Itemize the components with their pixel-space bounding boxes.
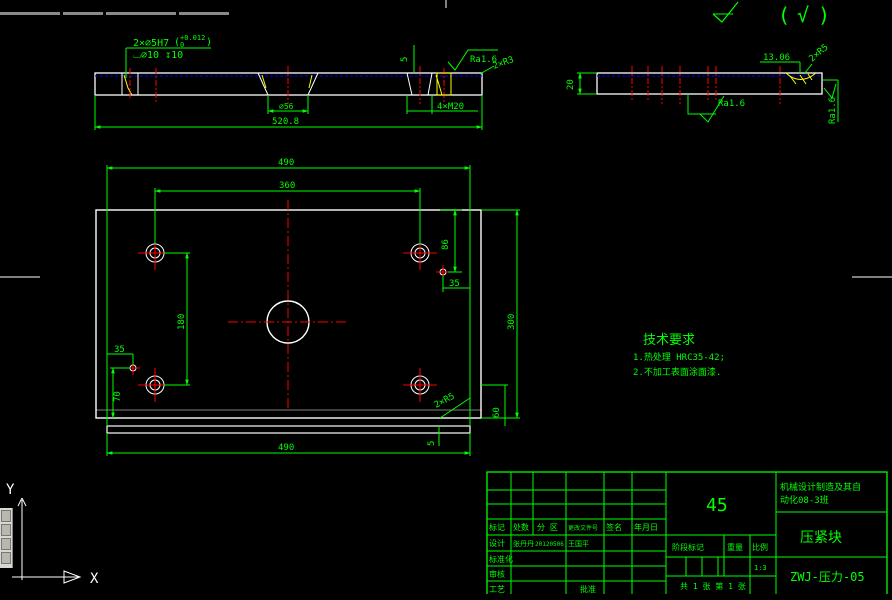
header-mark: 标记	[489, 522, 505, 532]
title-block-text: 45 机械设计制造及其自 动化08-3班 压紧块 ZWJ-压力-05 标记 处数…	[489, 481, 865, 594]
ucs-y-label: Y	[6, 482, 15, 498]
part-name: 压紧块	[800, 530, 842, 546]
material: 45	[706, 495, 728, 516]
row-process: 工艺	[489, 585, 505, 594]
note-2: 2.不加工表面涂面漆.	[633, 366, 721, 378]
drawing-number: ZWJ-压力-05	[790, 570, 865, 584]
dim-86: 86	[441, 239, 451, 250]
dim-width-top: 490	[278, 158, 294, 168]
thread-callout: 4×M20	[437, 102, 464, 112]
plan-view: 490 360 86 35 180 300 35 70 2×R5 60 5 49…	[95, 158, 520, 456]
approve-label: 批准	[580, 584, 596, 594]
dim-300: 300	[507, 314, 517, 330]
header-date: 年月日	[634, 522, 658, 532]
scale-value: 1:3	[754, 564, 767, 572]
toolbar-button[interactable]	[1, 524, 11, 536]
toolbar-button[interactable]	[1, 552, 11, 564]
row-review: 审核	[489, 569, 505, 579]
roughness-check: √	[797, 3, 809, 27]
dim-hole-spacing: 360	[279, 181, 295, 191]
designer: 张丹丹	[513, 539, 534, 548]
side-chamfer: 2×R5	[808, 43, 831, 65]
toolbar-button[interactable]	[1, 538, 11, 550]
bottom-tab-strip[interactable]	[0, 594, 892, 600]
side-view: 13.06 2×R5 20 Ra1.6 Ra1.6	[566, 43, 839, 124]
row-standard: 标准化	[489, 554, 513, 564]
section-view: 2×⌀5H7 ( +0.012 0 ) ⌴⌀10 ↧10 5 Ra1.6 2×R…	[94, 34, 515, 130]
header-zone: 分 区	[537, 523, 558, 532]
dim-counterbore: ⌀56	[279, 102, 294, 111]
roughness-open: (	[778, 3, 790, 27]
technical-notes: 技术要求 1.热处理 HRC35-42; 2.不加工表面涂面漆.	[633, 333, 725, 378]
hole-callout: 2×⌀5H7	[133, 38, 169, 49]
notes-title: 技术要求	[643, 333, 695, 348]
stage-mark: 阶段标记	[672, 542, 704, 552]
top-toolbar-strip	[0, 0, 240, 15]
header-count: 处数	[513, 522, 529, 532]
class-name: 动化08-3班	[780, 494, 829, 506]
dim-5: 5	[427, 441, 437, 446]
dim-35-right: 35	[449, 279, 460, 289]
dim-thickness: 5	[400, 57, 410, 62]
dim-70: 70	[113, 391, 123, 402]
header-sign: 签名	[606, 522, 622, 532]
dim-35-left: 35	[114, 345, 125, 355]
toolbar-button[interactable]	[1, 510, 11, 522]
school-name: 机械设计制造及其自	[780, 481, 861, 493]
row-design: 设计	[489, 538, 505, 548]
ucs-x-label: X	[90, 571, 99, 587]
dim-180: 180	[177, 314, 187, 330]
scale-label: 比例	[752, 542, 768, 552]
side-roughness: Ra1.6	[718, 99, 745, 109]
sheet-count: 共 1 张 第 1 张	[680, 581, 746, 591]
side-toolbar[interactable]	[0, 508, 13, 568]
header-change: 更改文件号	[568, 524, 598, 532]
plan-fillet: 2×R5	[433, 392, 457, 411]
note-1: 1.热处理 HRC35-42;	[633, 351, 725, 363]
reviewer: 王国平	[568, 540, 589, 548]
design-date: 20120506	[535, 541, 564, 548]
ucs-icon: Y X	[6, 482, 99, 587]
dim-width-bottom: 490	[278, 443, 294, 453]
drawing-canvas[interactable]: ( √ ) 2×⌀5H7 ( +0.012 0 ) ⌴⌀10 ↧10 5 Ra1…	[0, 0, 892, 600]
depth-callout: ⌴⌀10 ↧10	[133, 50, 183, 61]
tolerance-close: )	[206, 37, 212, 48]
side-roughness-vertical: Ra1.6	[828, 97, 838, 124]
weight-label: 重量	[727, 542, 743, 552]
dim-overall-length: 520.8	[272, 117, 299, 127]
top-right-roughness: ( √ )	[712, 1, 830, 27]
plate-edge	[106, 425, 471, 434]
side-height: 20	[566, 79, 576, 90]
roughness-close: )	[818, 3, 830, 27]
dim-60: 60	[492, 407, 502, 418]
cad-drawing-window: ( √ ) 2×⌀5H7 ( +0.012 0 ) ⌴⌀10 ↧10 5 Ra1…	[0, 0, 892, 600]
